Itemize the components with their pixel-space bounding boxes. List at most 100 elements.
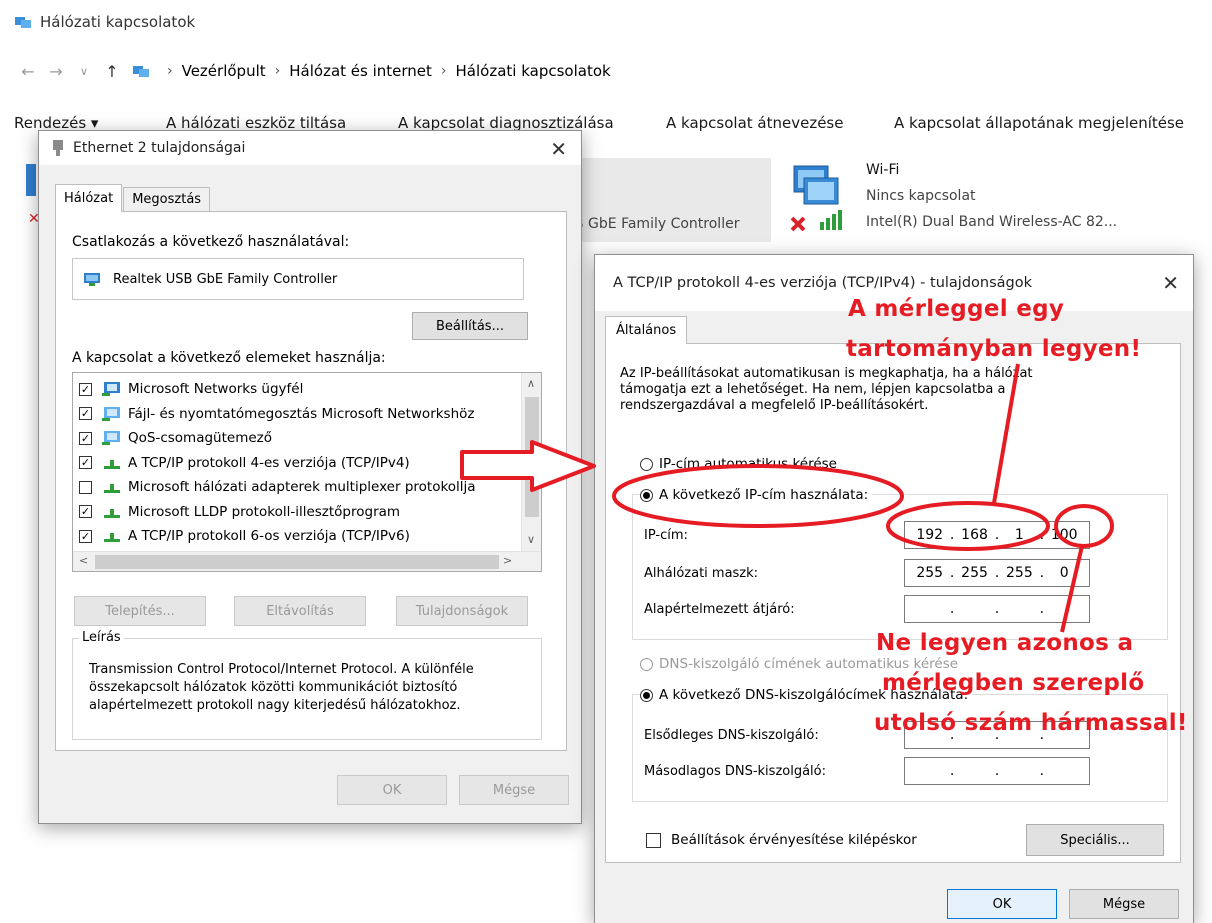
- dns-secondary-field[interactable]: ...: [904, 757, 1090, 785]
- dns-primary-label: Elsődleges DNS-kiszolgáló:: [644, 728, 819, 743]
- list-item[interactable]: Microsoft hálózati adapterek multiplexer…: [79, 475, 476, 499]
- list-item-label: QoS-csomagütemező: [128, 430, 272, 446]
- ok-button[interactable]: OK: [337, 775, 447, 805]
- scroll-left-icon[interactable]: <: [79, 554, 88, 567]
- checkbox-icon[interactable]: ✓: [79, 456, 92, 469]
- ip-address-field[interactable]: 192. 168. 1. 100: [904, 521, 1090, 549]
- back-arrow-icon[interactable]: ←: [14, 62, 42, 81]
- tcp-tab-panel: Az IP-beállításokat automatikusan is meg…: [605, 343, 1181, 863]
- description-text: Transmission Control Protocol/Internet P…: [89, 662, 474, 713]
- network-service-icon: [102, 406, 124, 422]
- advanced-button[interactable]: Speciális...: [1026, 824, 1164, 856]
- radio-dot-icon: [640, 688, 653, 702]
- cancel-button[interactable]: Mégse: [459, 775, 569, 805]
- wifi-adapter-icon[interactable]: [786, 160, 856, 240]
- validate-checkbox[interactable]: Beállítások érvényesítése kilépéskor: [646, 832, 917, 848]
- breadcrumb-separator-icon: ›: [440, 63, 447, 79]
- list-item[interactable]: ✓ A TCP/IP protokoll 6-os verziója (TCP/I…: [79, 524, 410, 548]
- network-card-icon: [84, 273, 100, 286]
- checkbox-icon: [646, 832, 661, 848]
- scroll-up-icon[interactable]: ∧: [527, 377, 535, 390]
- recent-chevron-icon[interactable]: ∨: [70, 65, 98, 78]
- items-label: A kapcsolat a következő elemeket használ…: [72, 350, 386, 366]
- checkbox-icon[interactable]: ✓: [79, 505, 92, 518]
- subnet-octet-3: 255: [1006, 565, 1033, 581]
- subnet-label: Alhálózati maszk:: [644, 566, 759, 581]
- rename-connection-command[interactable]: A kapcsolat átnevezése: [666, 114, 843, 132]
- list-item[interactable]: ✓ Fájl- és nyomtatómegosztás Microsoft Ne…: [79, 402, 475, 426]
- scroll-down-icon[interactable]: ∨: [527, 533, 535, 546]
- close-icon[interactable]: ✕: [550, 137, 567, 161]
- breadcrumb-halozati-kapcsolatok[interactable]: Hálózati kapcsolatok: [456, 62, 611, 80]
- connect-using-label: Csatlakozás a következő használatával:: [72, 234, 350, 250]
- view-status-command[interactable]: A kapcsolat állapotának megjelenítése: [894, 114, 1184, 132]
- checkbox-icon[interactable]: ✓: [79, 407, 92, 420]
- network-folder-icon: [133, 66, 149, 77]
- list-item-label: A TCP/IP protokoll 4-es verziója (TCP/IP…: [128, 454, 410, 471]
- list-item[interactable]: ✓ Microsoft LLDP protokoll-illesztőprogra…: [79, 500, 400, 524]
- configure-button[interactable]: Beállítás...: [412, 312, 528, 340]
- description-group: Leírás Transmission Control Protocol/Int…: [72, 630, 542, 740]
- protocol-icon: [102, 528, 124, 544]
- list-item[interactable]: ✓ QoS-csomagütemező: [79, 426, 272, 450]
- scroll-right-icon[interactable]: >: [503, 554, 512, 567]
- ip-octet-2: 168: [961, 527, 988, 543]
- explorer-title-bar: Hálózati kapcsolatok: [14, 10, 195, 34]
- components-list[interactable]: ✓ Microsoft Networks ügyfél ✓ Fájl- és nyom…: [72, 372, 542, 572]
- ip-manual-radio[interactable]: A következő IP-cím használata:: [640, 487, 873, 503]
- properties-button[interactable]: Tulajdonságok: [396, 596, 528, 626]
- wifi-name: Wi-Fi: [866, 162, 900, 178]
- checkbox-icon[interactable]: ✓: [79, 382, 92, 396]
- horizontal-scrollbar[interactable]: < >: [73, 551, 541, 571]
- ethernet-dialog-titlebar: Ethernet 2 tulajdonságai ✕: [39, 131, 581, 165]
- annotation-note2-line3: utolsó szám hármassal!: [874, 710, 1188, 736]
- subnet-octet-4: 0: [1059, 565, 1069, 581]
- intro-text: Az IP-beállításokat automatikusan is meg…: [620, 366, 1033, 413]
- dns-secondary-label: Másodlagos DNS-kiszolgáló:: [644, 764, 826, 779]
- list-item[interactable]: ✓ A TCP/IP protokoll 4-es verziója (TCP/I…: [79, 451, 410, 475]
- install-button[interactable]: Telepítés...: [74, 596, 206, 626]
- forward-arrow-icon[interactable]: →: [42, 62, 70, 81]
- adapter-name-box: Realtek USB GbE Family Controller: [72, 258, 524, 300]
- vertical-scroll-thumb[interactable]: [525, 397, 539, 517]
- checkbox-icon[interactable]: ✓: [79, 529, 92, 543]
- gateway-field[interactable]: ...: [904, 595, 1090, 623]
- horizontal-scroll-thumb[interactable]: [95, 555, 499, 569]
- subnet-field[interactable]: 255. 255. 255. 0: [904, 559, 1090, 587]
- vertical-scrollbar[interactable]: ∧ ∨: [521, 373, 541, 551]
- cancel-button[interactable]: Mégse: [1069, 889, 1179, 919]
- list-item-label: Microsoft Networks ügyfél: [128, 381, 304, 397]
- ip-octet-3: 1: [1014, 527, 1024, 543]
- wifi-device: Intel(R) Dual Band Wireless-AC 82...: [866, 214, 1118, 230]
- radio-dot-icon: [640, 657, 653, 671]
- protocol-icon: [102, 479, 124, 495]
- list-item-label: Fájl- és nyomtatómegosztás Microsoft Net…: [128, 405, 475, 422]
- ethernet-adapter-item[interactable]: B GbE Family Controller: [574, 158, 771, 242]
- validate-label: Beállítások érvényesítése kilépéskor: [671, 832, 917, 848]
- up-arrow-icon[interactable]: ↑: [98, 62, 126, 81]
- uninstall-button[interactable]: Eltávolítás: [234, 596, 366, 626]
- tcp-tabs: Általános: [605, 315, 688, 344]
- breadcrumb-vezerlopult[interactable]: Vezérlőpult: [182, 62, 266, 80]
- radio-dot-icon: [640, 457, 653, 471]
- network-service-icon: [102, 381, 124, 397]
- tcp-dialog-title: A TCP/IP protokoll 4-es verziója (TCP/IP…: [613, 275, 1032, 291]
- subnet-octet-1: 255: [916, 565, 944, 581]
- ethernet-tabs: Hálózat Megosztás: [55, 183, 211, 212]
- tab-altalanos[interactable]: Általános: [605, 316, 688, 344]
- ethernet-tab-panel: Csatlakozás a következő használatával: R…: [55, 211, 567, 751]
- close-icon[interactable]: ✕: [1162, 271, 1179, 295]
- checkbox-icon[interactable]: [79, 480, 92, 494]
- disconnected-x-icon: ✕: [28, 211, 40, 227]
- network-adapter-icon: [53, 140, 63, 156]
- network-folder-icon: [15, 17, 31, 28]
- tab-megosztas[interactable]: Megosztás: [123, 187, 211, 211]
- breadcrumb-separator-icon: ›: [167, 63, 173, 79]
- breadcrumb-separator-icon: ›: [274, 63, 281, 79]
- ip-auto-radio[interactable]: IP-cím automatikus kérése: [640, 456, 837, 472]
- breadcrumb-halozat-es-internet[interactable]: Hálózat és internet: [289, 62, 432, 80]
- checkbox-icon[interactable]: ✓: [79, 431, 92, 445]
- ok-button[interactable]: OK: [947, 889, 1057, 919]
- tab-halozat[interactable]: Hálózat: [55, 184, 123, 212]
- list-item[interactable]: ✓ Microsoft Networks ügyfél: [79, 377, 303, 401]
